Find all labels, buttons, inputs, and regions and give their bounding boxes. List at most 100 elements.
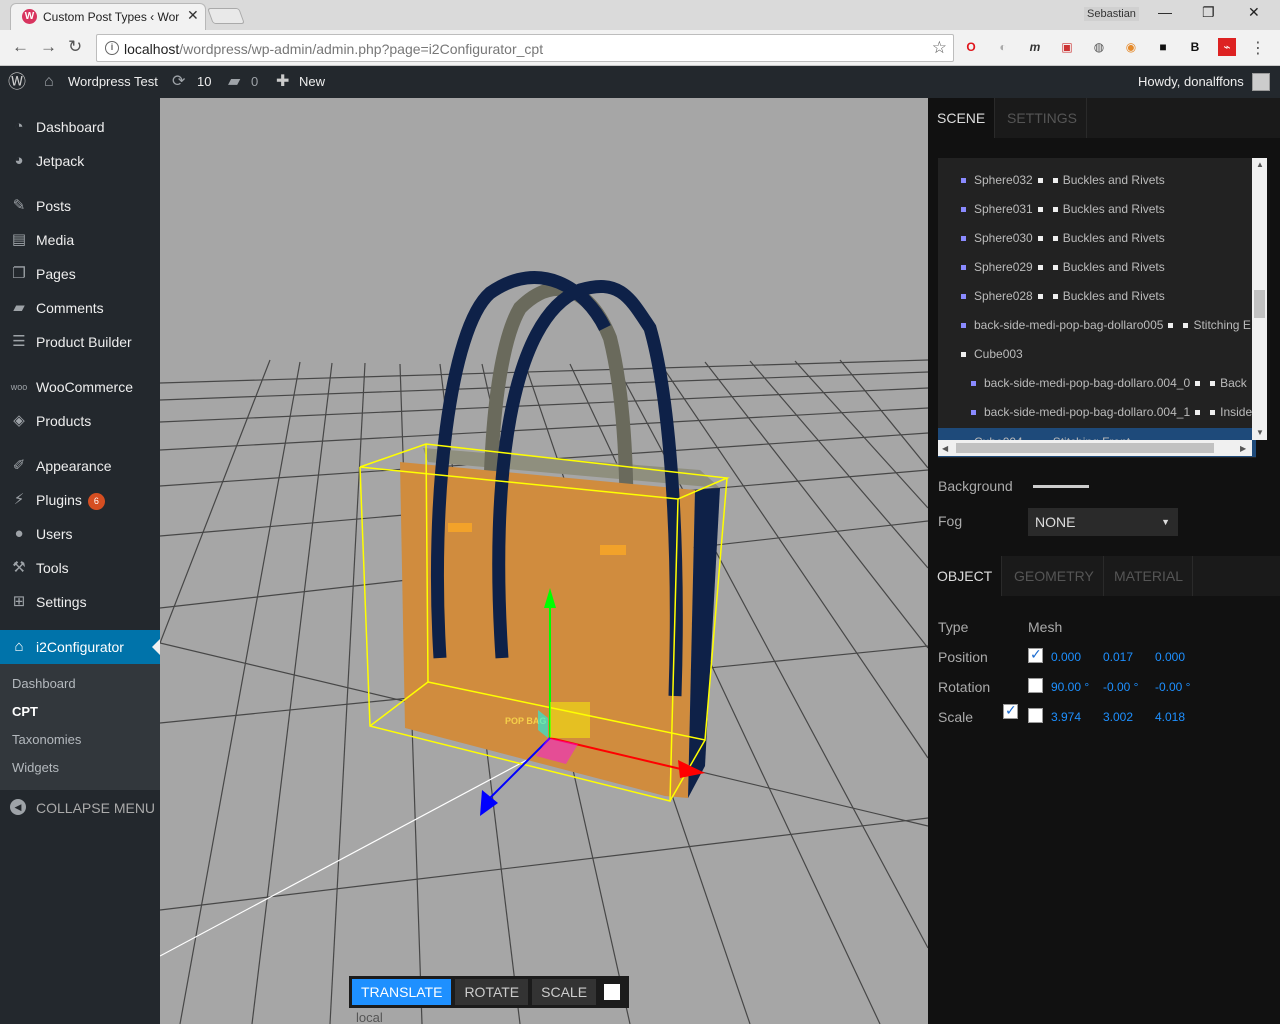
sidebar-item-jetpack[interactable]: ◕ Jetpack [0,144,160,178]
reload-icon[interactable]: ↻ [68,37,82,57]
position-z-field[interactable]: 0.000 [1155,650,1185,664]
sidebar-item-woocommerce[interactable]: woo WooCommerce [0,370,160,404]
back-icon[interactable]: ← [12,37,29,57]
sidebar-item-i2configurator[interactable]: ⌂ i2Configurator [0,630,160,664]
scale-lock-checkbox[interactable] [1003,702,1018,719]
sidebar-item-media[interactable]: ▤ Media [0,223,160,257]
scale-y-field[interactable]: 3.002 [1103,710,1133,724]
position-checkbox[interactable] [1028,646,1043,663]
outliner-row[interactable]: back-side-medi-pop-bag-dollaro.004_0 Back [971,369,1247,398]
restore-icon[interactable]: ❐ [1202,4,1215,21]
sidebar-item-posts[interactable]: ✎ Posts [0,189,160,223]
globe-extension-icon[interactable]: ◍ [1090,38,1108,56]
local-space-checkbox[interactable] [604,984,621,1000]
tab-settings[interactable]: SETTINGS [998,98,1088,138]
site-name-link[interactable]: Wordpress Test [68,66,158,98]
scene-outliner[interactable]: Sphere032 Buckles and Rivets Sphere031 Buc… [938,158,1256,458]
outliner-row[interactable]: Sphere030 Buckles and Rivets [961,224,1165,253]
pdf-extension-icon[interactable]: ⌁ [1218,38,1236,56]
submenu-dashboard[interactable]: Dashboard [12,676,76,691]
outliner-row[interactable]: back-side-medi-pop-bag-dollaro.004_1 Insi… [971,398,1252,427]
avatar[interactable] [1252,73,1270,91]
submenu-taxonomies[interactable]: Taxonomies [12,732,81,747]
pocket-extension-icon[interactable]: ▣ [1058,38,1076,56]
howdy-user-link[interactable]: Howdy, donalffons [1138,66,1244,98]
outliner-hscroll-thumb[interactable] [956,443,1214,453]
3d-viewport[interactable]: POP BAG TRANSLATE ROTATE SCALE local [160,98,928,1024]
sidebar-item-plugins[interactable]: ⚡ Plugins 6 [0,483,160,517]
b-extension-icon[interactable]: B [1186,38,1204,56]
tab-scene[interactable]: SCENE [928,98,996,138]
sidebar-item-comments[interactable]: ▰ Comments [0,291,160,325]
sidebar-item-dashboard[interactable]: ◔ Dashboard [0,110,160,144]
scale-button[interactable]: SCALE [532,979,597,1005]
camera-extension-icon[interactable]: ■ [1154,38,1172,56]
updates-count[interactable]: 10 [197,66,211,98]
close-window-icon[interactable]: ✕ [1248,4,1260,21]
url-text[interactable]: localhost/wordpress/wp-admin/admin.php?p… [124,41,543,57]
sidebar-item-users[interactable]: ● Users [0,517,160,551]
outliner-row[interactable]: back-side-medi-pop-bag-dollaro005 Stitchi… [961,311,1251,340]
flask-extension-icon[interactable]: ◉ [1122,38,1140,56]
address-bar[interactable]: i localhost/wordpress/wp-admin/admin.php… [96,34,954,62]
new-content-link[interactable]: New [299,66,325,98]
submenu-cpt[interactable]: CPT [12,704,38,719]
axis-line-x [160,752,541,957]
sidebar-item-pages[interactable]: ❐ Pages [0,257,160,291]
collapse-menu-button[interactable]: ◀ COLLAPSE MENU [0,798,160,818]
outliner-row[interactable]: Sphere028 Buckles and Rivets [961,282,1165,311]
rotation-z-field[interactable]: -0.00 ° [1155,680,1190,694]
home-icon[interactable]: ⌂ [44,66,54,98]
tab-geometry[interactable]: GEOMETRY [1005,556,1104,596]
info-icon[interactable]: i [105,41,119,55]
outliner-row[interactable]: Cube003 [961,340,1023,369]
tab-object[interactable]: OBJECT [928,556,1003,596]
outliner-row[interactable]: Sphere032 Buckles and Rivets [961,166,1165,195]
m-extension-icon[interactable]: m [1026,38,1044,56]
rotation-x-field[interactable]: 90.00 ° [1051,680,1089,694]
forward-icon[interactable]: → [40,37,57,57]
translate-button[interactable]: TRANSLATE [352,979,452,1005]
plus-icon[interactable]: ✚ [276,66,289,98]
sidebar-item-products[interactable]: ◈ Products [0,404,160,438]
scroll-right-icon[interactable]: ▶ [1240,444,1246,453]
scroll-left-icon[interactable]: ◀ [942,444,948,453]
scale-checkbox[interactable] [1028,708,1043,723]
scale-x-field[interactable]: 3.974 [1051,710,1081,724]
bookmark-star-icon[interactable]: ☆ [932,38,947,58]
wordpress-logo-icon[interactable]: Ⓦ [8,66,26,98]
outliner-scroll-thumb[interactable] [1254,290,1265,318]
scroll-up-icon[interactable]: ▲ [1256,160,1264,169]
close-tab-icon[interactable]: ✕ [187,7,199,24]
position-x-field[interactable]: 0.000 [1051,650,1081,664]
scale-z-field[interactable]: 4.018 [1155,710,1185,724]
fog-select[interactable]: NONE ▼ [1028,508,1178,536]
browser-tab[interactable]: W Custom Post Types ‹ Wor ✕ [10,3,206,30]
3d-scene-canvas[interactable]: POP BAG [160,98,928,1024]
browser-menu-icon[interactable]: ⋮ [1250,38,1266,58]
submenu-widgets[interactable]: Widgets [12,760,59,775]
tab-material[interactable]: MATERIAL [1105,556,1193,596]
outliner-vertical-scrollbar[interactable]: ▲ ▼ [1252,158,1267,440]
comments-count[interactable]: 0 [251,66,258,98]
scroll-down-icon[interactable]: ▼ [1256,428,1264,437]
comments-icon[interactable]: ▰ [228,66,240,98]
position-y-field[interactable]: 0.017 [1103,650,1133,664]
circle-extension-icon[interactable]: ◐ [994,38,1012,56]
outliner-row[interactable]: Sphere031 Buckles and Rivets [961,195,1165,224]
sidebar-item-tools[interactable]: ⚒ Tools [0,551,160,585]
gizmo-xy-plane[interactable] [550,702,590,738]
minimize-icon[interactable]: — [1158,4,1172,20]
rotation-checkbox[interactable] [1028,678,1043,693]
outliner-row[interactable]: Sphere029 Buckles and Rivets [961,253,1165,282]
background-color-swatch[interactable] [1033,485,1089,488]
opera-extension-icon[interactable]: O [962,38,980,56]
outliner-horizontal-scrollbar[interactable]: ◀ ▶ [938,440,1252,456]
rotate-button[interactable]: ROTATE [455,979,529,1005]
updates-icon[interactable]: ⟳ [172,66,185,98]
sidebar-item-appearance[interactable]: ✐ Appearance [0,449,160,483]
sidebar-item-settings[interactable]: ⊞ Settings [0,585,160,619]
rotation-y-field[interactable]: -0.00 ° [1103,680,1138,694]
new-tab-button[interactable] [207,8,245,24]
sidebar-item-product-builder[interactable]: ☰ Product Builder [0,325,160,359]
